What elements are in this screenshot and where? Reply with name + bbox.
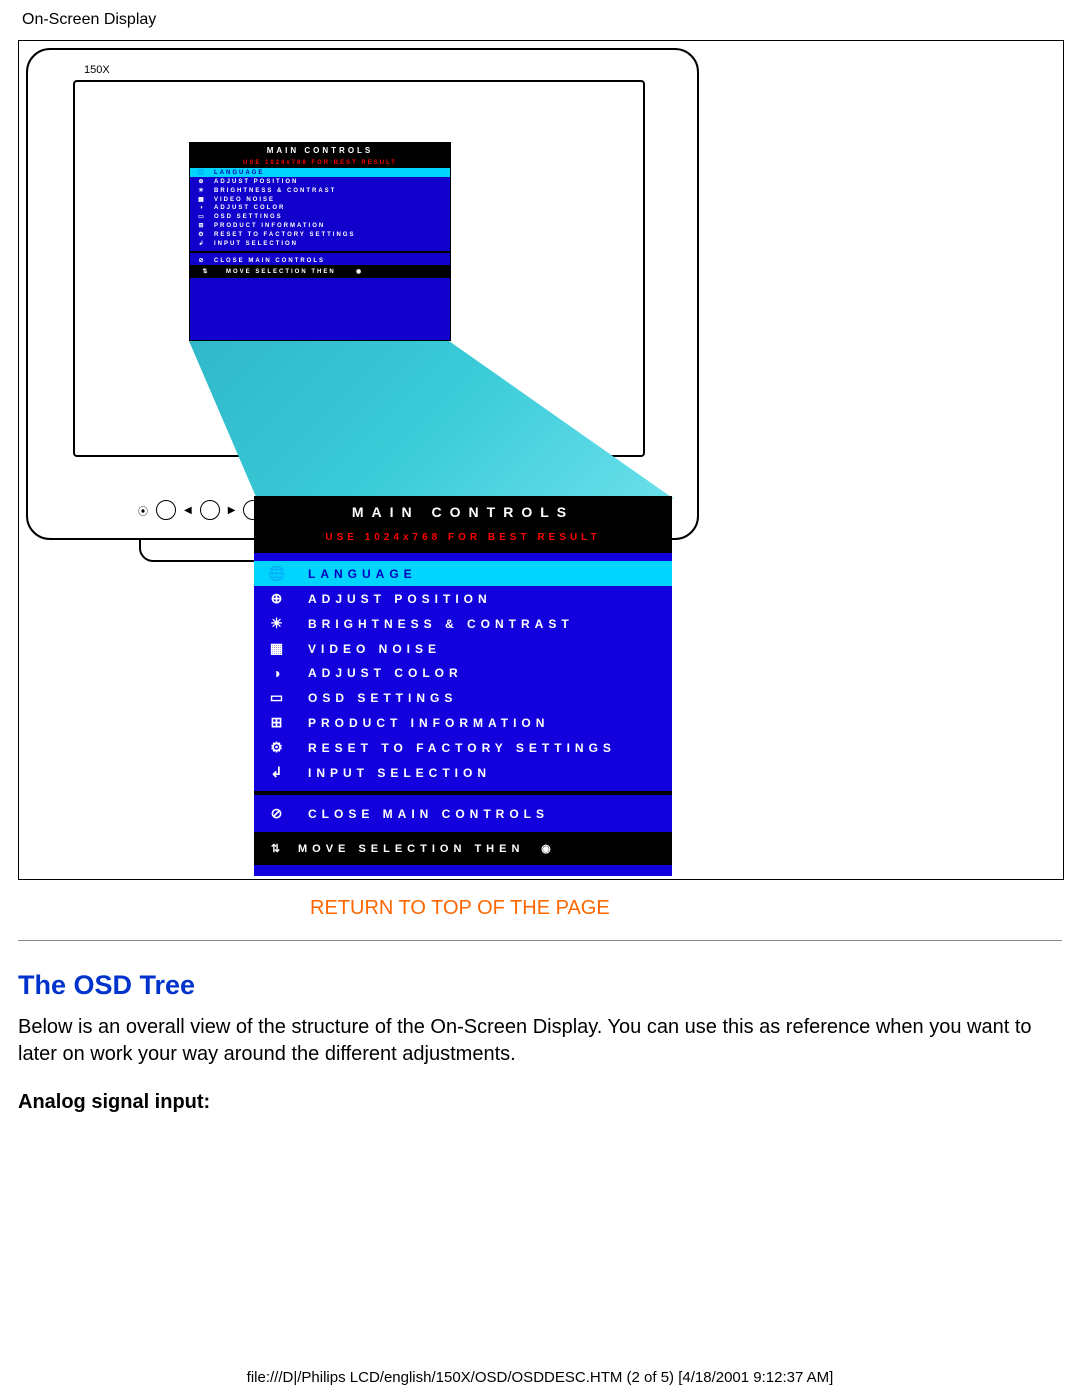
osd-large-item[interactable]: ⊕ ADJUST POSITION [254, 586, 672, 611]
close-icon: ⊘ [268, 805, 290, 822]
menu-item-icon: ▭ [196, 213, 208, 220]
right-arrow-icon: ▶ [228, 505, 236, 516]
close-icon: ⊘ [196, 257, 208, 264]
osd-large-subtitle: USE 1024x768 FOR BEST RESULT [254, 528, 672, 553]
move-selection-label: MOVE SELECTION THEN [226, 269, 336, 275]
menu-item-icon: ⊕ [268, 590, 290, 607]
osd-menu-small: MAIN CONTROLS USE 1024x768 FOR BEST RESU… [189, 142, 451, 341]
osd-large-close[interactable]: ⊘ CLOSE MAIN CONTROLS [254, 801, 672, 826]
body-paragraph: Below is an overall view of the structur… [18, 1014, 1062, 1068]
osd-large-item[interactable]: ↲ INPUT SELECTION [254, 760, 672, 785]
return-to-top-link[interactable]: RETURN TO TOP OF THE PAGE [310, 897, 610, 920]
osd-large-item[interactable]: ▭ OSD SETTINGS [254, 685, 672, 710]
osd-small-item: ⊞ PRODUCT INFORMATION [190, 221, 450, 230]
auto-icon: ⦿ [138, 503, 148, 518]
menu-item-label: RESET TO FACTORY SETTINGS [214, 232, 355, 238]
menu-item-icon: ⊕ [196, 178, 208, 185]
menu-item-label: INPUT SELECTION [308, 766, 491, 780]
menu-item-label: RESET TO FACTORY SETTINGS [308, 741, 616, 755]
close-label: CLOSE MAIN CONTROLS [214, 258, 325, 264]
menu-item-label: LANGUAGE [308, 567, 417, 581]
monitor-model-badge: 150X [84, 64, 110, 76]
menu-item-label: ADJUST POSITION [214, 179, 298, 185]
menu-item-icon: ⚙ [268, 739, 290, 756]
menu-item-label: LANGUAGE [214, 170, 264, 176]
osd-large-item[interactable]: ☀ BRIGHTNESS & CONTRAST [254, 611, 672, 636]
menu-item-label: VIDEO NOISE [214, 197, 275, 203]
osd-small-item: ☀ BRIGHTNESS & CONTRAST [190, 186, 450, 195]
menu-item-icon: 🌐 [268, 565, 290, 582]
menu-item-icon: ↲ [268, 764, 290, 781]
move-selection-icon: ⇅ [268, 842, 288, 855]
menu-item-icon: ▦ [268, 640, 290, 657]
menu-item-label: BRIGHTNESS & CONTRAST [214, 188, 336, 194]
osd-small-item: ▦ VIDEO NOISE [190, 195, 450, 204]
page-header: On-Screen Display [22, 11, 156, 29]
osd-large-title: MAIN CONTROLS [254, 496, 672, 528]
left-button[interactable] [200, 500, 220, 520]
menu-item-icon: ↲ [196, 240, 208, 247]
divider [18, 940, 1062, 941]
osd-large-item[interactable]: ▦ VIDEO NOISE [254, 636, 672, 661]
osd-small-item: ⚙ RESET TO FACTORY SETTINGS [190, 230, 450, 239]
osd-small-subtitle: USE 1024x768 FOR BEST RESULT [190, 158, 450, 168]
menu-item-icon: ☀ [268, 615, 290, 632]
menu-item-label: BRIGHTNESS & CONTRAST [308, 617, 574, 631]
osd-large-item[interactable]: ◑ ADJUST COLOR [254, 661, 672, 685]
confirm-icon: ◉ [350, 268, 370, 275]
auto-button[interactable] [156, 500, 176, 520]
menu-item-icon: ▭ [268, 689, 290, 706]
osd-large-footer: ⇅ MOVE SELECTION THEN ◉ [254, 832, 672, 865]
osd-small-item: ⊕ ADJUST POSITION [190, 177, 450, 186]
menu-item-label: ADJUST COLOR [308, 666, 463, 680]
osd-large-item[interactable]: ⚙ RESET TO FACTORY SETTINGS [254, 735, 672, 760]
osd-small-item: 🌐 LANGUAGE [190, 168, 450, 177]
move-selection-label: MOVE SELECTION THEN [298, 843, 524, 855]
menu-item-icon: ☀ [196, 187, 208, 194]
menu-item-icon: 🌐 [196, 169, 208, 176]
confirm-icon: ◉ [538, 842, 558, 855]
osd-small-title: MAIN CONTROLS [190, 143, 450, 158]
menu-item-label: PRODUCT INFORMATION [308, 716, 549, 730]
osd-small-item: ↲ INPUT SELECTION [190, 239, 450, 248]
figure-box: 150X ⦿ ◀ ▶ ▼ ▲ MAIN CONTROLS USE 1024x76… [18, 40, 1064, 880]
menu-item-label: VIDEO NOISE [308, 642, 441, 656]
left-arrow-icon: ◀ [184, 505, 192, 516]
osd-small-footer: ⇅ MOVE SELECTION THEN ◉ [190, 265, 450, 278]
osd-large-item[interactable]: 🌐 LANGUAGE [254, 561, 672, 586]
osd-small-close: ⊘ CLOSE MAIN CONTROLS [190, 256, 450, 265]
menu-item-label: INPUT SELECTION [214, 241, 298, 247]
menu-item-icon: ▦ [196, 196, 208, 203]
osd-menu-large: MAIN CONTROLS USE 1024x768 FOR BEST RESU… [254, 496, 672, 876]
menu-item-icon: ⊞ [196, 222, 208, 229]
section-heading-osd-tree: The OSD Tree [18, 970, 195, 1001]
osd-large-item[interactable]: ⊞ PRODUCT INFORMATION [254, 710, 672, 735]
menu-item-icon: ◑ [196, 205, 208, 211]
menu-item-label: OSD SETTINGS [308, 691, 457, 705]
menu-item-label: ADJUST POSITION [308, 592, 492, 606]
menu-item-label: PRODUCT INFORMATION [214, 223, 325, 229]
move-selection-icon: ⇅ [196, 268, 216, 275]
menu-item-icon: ◑ [268, 665, 290, 681]
page-footer-path: file:///D|/Philips LCD/english/150X/OSD/… [0, 1369, 1080, 1386]
menu-item-label: ADJUST COLOR [214, 205, 285, 211]
menu-item-label: OSD SETTINGS [214, 214, 283, 220]
menu-item-icon: ⚙ [196, 231, 208, 238]
osd-small-item: ▭ OSD SETTINGS [190, 212, 450, 221]
osd-small-item: ◑ ADJUST COLOR [190, 204, 450, 212]
close-label: CLOSE MAIN CONTROLS [308, 807, 549, 821]
analog-signal-heading: Analog signal input: [18, 1091, 210, 1114]
menu-item-icon: ⊞ [268, 714, 290, 731]
